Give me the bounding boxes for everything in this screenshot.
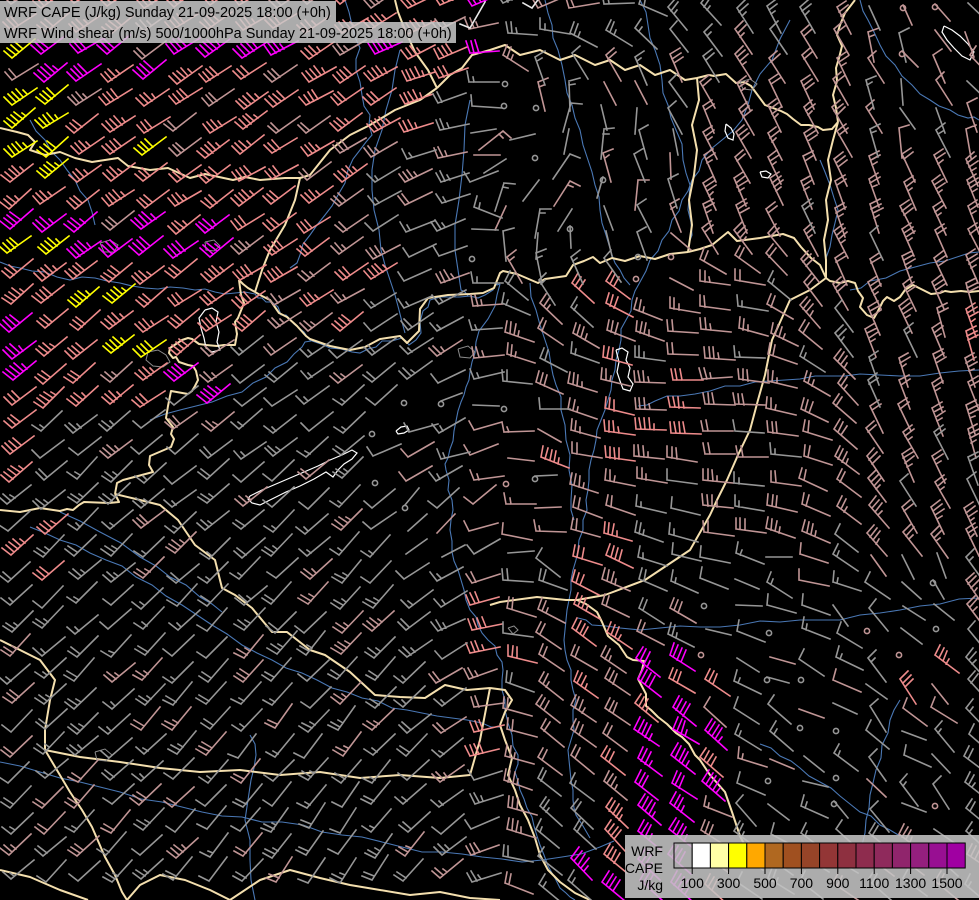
svg-text:WRF Wind shear (m/s) 500/1000h: WRF Wind shear (m/s) 500/1000hPa Sunday … — [4, 26, 452, 42]
svg-text:500: 500 — [753, 875, 777, 891]
svg-text:1300: 1300 — [895, 875, 926, 891]
svg-text:700: 700 — [790, 875, 814, 891]
svg-text:900: 900 — [826, 875, 850, 891]
svg-text:1500: 1500 — [931, 875, 962, 891]
svg-text:WRF: WRF — [631, 843, 663, 859]
svg-text:300: 300 — [717, 875, 741, 891]
svg-text:CAPE: CAPE — [625, 860, 663, 876]
svg-text:J/kg: J/kg — [637, 877, 663, 893]
svg-text:1100: 1100 — [859, 875, 889, 891]
svg-text:WRF CAPE (J/kg) Sunday 21-09-2: WRF CAPE (J/kg) Sunday 21-09-2025 18:00 … — [4, 5, 331, 21]
svg-text:100: 100 — [681, 875, 705, 891]
